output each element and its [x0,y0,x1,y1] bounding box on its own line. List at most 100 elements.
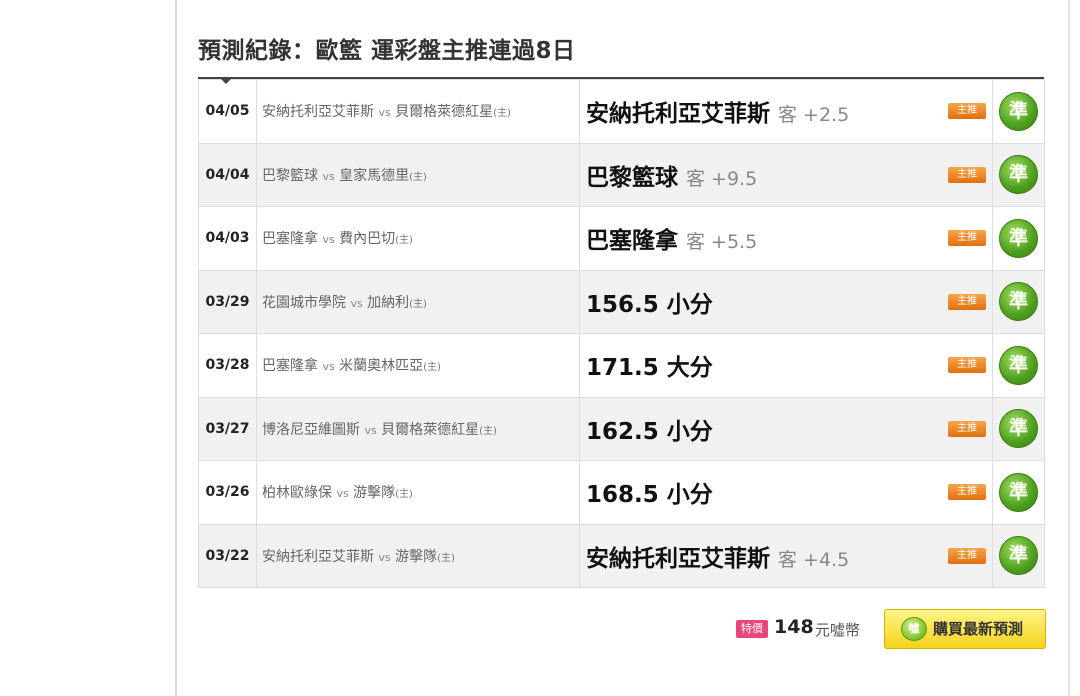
correct-badge-icon: 準 [999,218,1038,258]
home-mark: (主) [409,298,427,310]
record-pick: 156.5 小分 主推 [579,269,993,334]
record-date: 03/27 [198,396,257,461]
main-recommend-tag: 主推 [948,293,986,310]
record-result: 準 [992,460,1045,525]
table-row: 04/04 巴黎籃球 vs 皇家馬德里(主) 巴黎籃球客 +9.5 主推準 [198,142,1045,207]
vs-label: vs [322,360,335,374]
record-date: 04/05 [198,79,257,144]
main-recommend-tag: 主推 [948,103,986,119]
main-recommend-tag: 主推 [948,166,986,183]
correct-badge-icon: 準 [999,91,1038,131]
coin-icon: 噓 [901,617,927,641]
correct-badge-icon: 準 [999,155,1038,195]
record-pick: 巴黎籃球客 +9.5 主推 [579,142,993,207]
team-home: 貝爾格萊德紅星 [381,421,480,438]
record-match: 花園城市學院 vs 加納利(主) [256,269,580,334]
main-recommend-tag: 主推 [948,230,986,246]
team-away: 花園城市學院 [262,294,346,311]
pick-extra: 客 +5.5 [686,231,758,254]
records-table: 04/05 安納托利亞艾菲斯 vs 貝爾格萊德紅星(主) 安納托利亞艾菲斯客 +2.… [198,79,1045,588]
correct-badge-icon: 準 [999,409,1038,449]
correct-badge-icon: 準 [999,536,1038,576]
purchase-bar: 特價 148 元噓幣 噓 購買最新預測 [736,609,1046,649]
record-date: 04/03 [198,206,257,271]
team-away: 巴塞隆拿 [262,358,318,375]
buy-button-label: 購買最新預測 [933,620,1024,638]
pick-main: 安納托利亞艾菲斯 [586,545,770,572]
vs-label: vs [322,169,335,183]
pick-extra: 客 +9.5 [686,167,758,190]
page-title-prefix: 預測紀錄： [198,38,316,64]
record-result: 準 [992,206,1045,271]
pick-main: 171.5 大分 [586,355,713,382]
vs-label: vs [364,423,377,437]
record-match: 安納托利亞艾菲斯 vs 貝爾格萊德紅星(主) [256,79,580,144]
vs-label: vs [322,233,335,247]
record-date: 03/29 [198,269,257,334]
table-row: 03/22 安納托利亞艾菲斯 vs 游擊隊(主) 安納托利亞艾菲斯客 +4.5 主推準 [198,523,1045,588]
record-match: 安納托利亞艾菲斯 vs 游擊隊(主) [256,523,580,588]
team-away: 安納托利亞艾菲斯 [262,104,374,121]
team-away: 巴黎籃球 [262,167,318,184]
records-table-body: 04/05 安納托利亞艾菲斯 vs 貝爾格萊德紅星(主) 安納托利亞艾菲斯客 +2.… [198,79,1045,588]
home-mark: (主) [493,108,511,120]
record-date: 04/04 [198,142,257,207]
record-pick: 安納托利亞艾菲斯客 +2.5 主推 [579,79,993,144]
record-result: 準 [992,79,1045,144]
record-result: 準 [992,396,1045,461]
pick-main: 156.5 小分 [586,291,713,318]
table-row: 03/28 巴塞隆拿 vs 米蘭奧林匹亞(主) 171.5 大分 主推準 [198,333,1045,398]
home-mark: (主) [395,235,413,247]
team-home: 加納利 [367,294,410,311]
home-mark: (主) [437,552,455,564]
buy-latest-prediction-button[interactable]: 噓 購買最新預測 [884,609,1046,649]
page-title: 預測紀錄：歐籃 運彩盤主推連過8日 [198,31,576,65]
record-date: 03/28 [198,333,257,398]
record-result: 準 [992,523,1045,588]
record-match: 巴塞隆拿 vs 米蘭奧林匹亞(主) [256,333,580,398]
left-sidebar [0,0,177,696]
table-row: 03/26 柏林歐綠保 vs 游擊隊(主) 168.5 小分 主推準 [198,460,1045,525]
record-match: 巴塞隆拿 vs 費內巴切(主) [256,206,580,271]
team-away: 柏林歐綠保 [262,485,332,502]
home-mark: (主) [479,425,497,437]
price-unit: 元噓幣 [815,621,861,639]
team-away: 安納托利亞艾菲斯 [262,548,374,565]
record-pick: 171.5 大分 主推 [579,333,993,398]
table-row: 04/05 安納托利亞艾菲斯 vs 貝爾格萊德紅星(主) 安納托利亞艾菲斯 客 +2.… [198,79,1045,144]
team-home: 游擊隊 [395,548,438,565]
record-date: 03/26 [198,460,257,525]
records-table-wrap: 04/05 安納托利亞艾菲斯 vs 貝爾格萊德紅星(主) 安納托利亞艾菲斯客 +2.… [198,77,1045,588]
triangle-pointer-icon [220,78,232,84]
pick-main: 168.5 小分 [586,482,713,509]
pick-main: 巴黎籃球 [586,164,678,191]
record-pick: 168.5 小分 主推 [579,460,993,525]
table-row: 03/27 博洛尼亞維圖斯 vs 貝爾格萊德紅星(主) 162.5 小分 主推準 [198,396,1045,461]
correct-badge-icon: 準 [999,282,1038,322]
correct-badge-icon: 準 [999,472,1038,512]
record-result: 準 [992,142,1045,207]
team-away: 博洛尼亞維圖斯 [262,421,360,438]
special-price-badge: 特價 [736,620,768,638]
main-recommend-tag: 主推 [948,420,986,437]
team-home: 皇家馬德里 [339,167,410,184]
record-match: 博洛尼亞維圖斯 vs 貝爾格萊德紅星(主) [256,396,580,461]
record-pick: 巴塞隆拿客 +5.5 主推 [579,206,993,271]
team-away: 巴塞隆拿 [262,231,318,248]
record-date: 03/22 [198,523,257,588]
vs-label: vs [378,550,391,564]
pick-extra: 客 +2.5 [778,104,850,127]
correct-badge-icon: 準 [999,345,1038,385]
table-row: 03/29 花園城市學院 vs 加納利(主) 156.5 小分 主推準 [198,269,1045,334]
table-row: 04/03 巴塞隆拿 vs 費內巴切(主) 巴塞隆拿客 +5.5 主推準 [198,206,1045,271]
record-result: 準 [992,333,1045,398]
main-recommend-tag: 主推 [948,484,986,500]
pick-main: 162.5 小分 [586,418,713,445]
team-home: 貝爾格萊德紅星 [395,104,494,121]
record-match: 巴黎籃球 vs 皇家馬德里(主) [256,142,580,207]
record-result: 準 [992,269,1045,334]
main-recommend-tag: 主推 [948,357,986,373]
team-home: 游擊隊 [353,485,396,502]
pick-main: 巴塞隆拿 [586,228,678,255]
record-pick: 162.5 小分 主推 [579,396,993,461]
